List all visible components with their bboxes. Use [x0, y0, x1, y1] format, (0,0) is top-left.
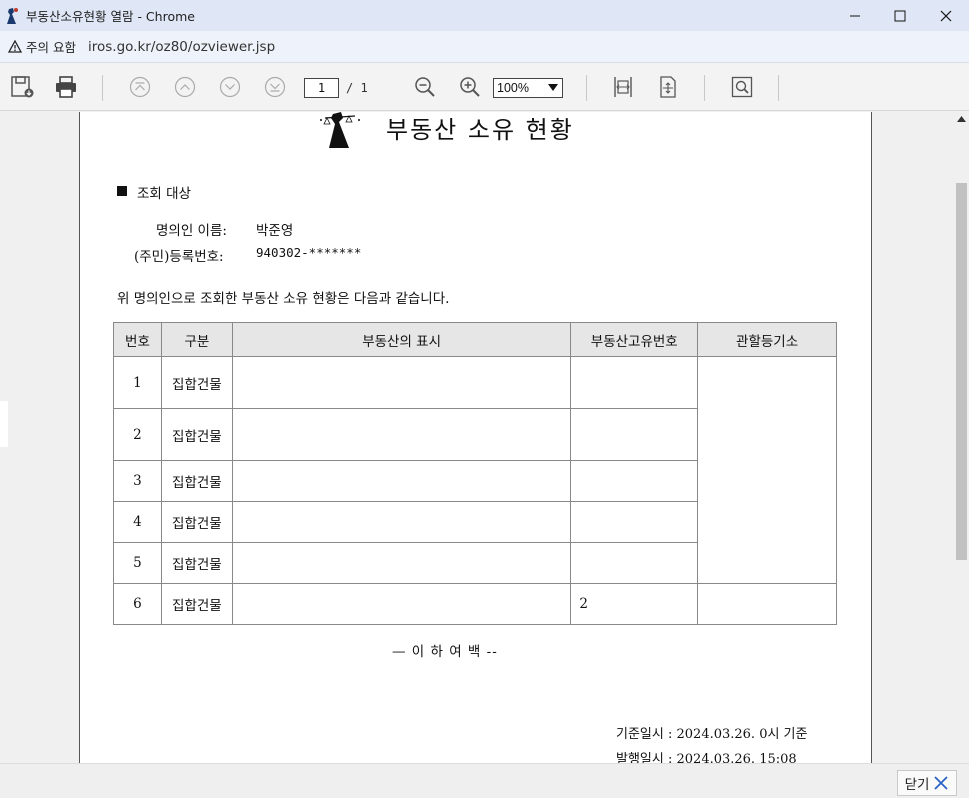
security-warning-chip[interactable]: 주의 요함 [8, 36, 76, 58]
reg-no: 940302-******* [256, 245, 362, 260]
row-unique-no [570, 501, 699, 543]
minimize-button[interactable] [832, 0, 878, 31]
maximize-button[interactable] [877, 0, 923, 31]
window-title: 부동산소유현황 열람 - Chrome [26, 9, 195, 24]
row-unique-no: 2 [570, 583, 699, 625]
find-icon[interactable] [730, 75, 754, 99]
fit-width-icon[interactable] [611, 75, 635, 99]
url-text[interactable]: iros.go.kr/oz80/ozviewer.jsp [88, 39, 275, 55]
issue-date: 2024.03.26. 15:08 [676, 752, 797, 763]
page-number-input[interactable]: 1 [304, 78, 339, 98]
justice-emblem-icon [315, 112, 365, 150]
document-title: 부동산 소유 현황 [386, 116, 574, 144]
date-stamp: 기준일시 : 2024.03.26. 0시 기준 발행일시 : 2024.03.… [616, 722, 807, 763]
row-registry-office [697, 583, 837, 625]
section-bullet-icon [117, 186, 127, 196]
header-description: 부동산의 표시 [231, 322, 572, 357]
row-description [231, 583, 572, 625]
fit-page-icon[interactable] [656, 75, 680, 99]
row-no: 1 [113, 356, 162, 409]
row-type: 집합건물 [160, 583, 233, 625]
title-bar: 부동산소유현황 열람 - Chrome [0, 0, 969, 31]
reg-no-label: (주민)등록번호: [134, 249, 224, 265]
close-icon [934, 776, 949, 790]
row-description [231, 356, 572, 409]
row-description [231, 542, 572, 584]
row-unique-no [570, 408, 699, 461]
owner-name-label: 명의인 이름: [156, 223, 227, 239]
issue-date-label: 발행일시 : [616, 752, 673, 763]
row-no: 5 [113, 542, 162, 584]
print-icon[interactable] [54, 75, 78, 99]
table-row: 6 집합건물 2 [113, 583, 837, 625]
base-date-label: 기준일시 : [616, 727, 673, 742]
prev-page-icon[interactable] [173, 75, 197, 99]
save-icon[interactable] [10, 75, 34, 99]
row-unique-no [570, 356, 699, 409]
document-page: 부동산 소유 현황 조회 대상 명의인 이름: 박준영 (주민)등록번호: 94… [79, 112, 872, 763]
page-total: / 1 [346, 81, 368, 95]
row-no: 4 [113, 501, 162, 543]
scroll-thumb[interactable] [956, 183, 967, 560]
side-panel-handle[interactable] [0, 401, 8, 447]
header-registry-office: 관할등기소 [697, 322, 837, 357]
row-type: 집합건물 [160, 501, 233, 543]
zoom-select[interactable]: 100% [493, 78, 563, 98]
section-title: 조회 대상 [137, 186, 191, 202]
intro-text: 위 명의인으로 조회한 부동산 소유 현황은 다음과 같습니다. [117, 291, 450, 307]
scroll-up-icon[interactable] [954, 112, 969, 126]
base-date: 2024.03.26. 0시 기준 [676, 727, 808, 742]
close-viewer-button[interactable]: 닫기 [897, 770, 957, 796]
header-no: 번호 [113, 322, 162, 357]
row-type: 집합건물 [160, 542, 233, 584]
document-viewer: 부동산 소유 현황 조회 대상 명의인 이름: 박준영 (주민)등록번호: 94… [0, 112, 954, 763]
row-no: 6 [113, 583, 162, 625]
header-type: 구분 [160, 322, 233, 357]
zoom-in-icon[interactable] [458, 75, 482, 99]
header-unique-no: 부동산고유번호 [570, 322, 699, 357]
row-type: 집합건물 [160, 356, 233, 409]
row-description [231, 460, 572, 502]
address-bar: 주의 요함 iros.go.kr/oz80/ozviewer.jsp [0, 31, 969, 63]
viewer-toolbar [0, 63, 969, 111]
chevron-down-icon [548, 84, 558, 91]
first-page-icon[interactable] [128, 75, 152, 99]
row-unique-no [570, 460, 699, 502]
vertical-scrollbar[interactable] [954, 112, 969, 763]
zoom-value: 100% [497, 81, 529, 95]
row-unique-no [570, 542, 699, 584]
row-registry-office [697, 356, 837, 584]
zoom-out-icon[interactable] [413, 75, 437, 99]
end-mark: — 이 하 여 백 -- [392, 644, 498, 660]
row-type: 집합건물 [160, 408, 233, 461]
bottom-bar: 닫기 [0, 763, 969, 798]
last-page-icon[interactable] [263, 75, 287, 99]
owner-name: 박준영 [256, 223, 294, 239]
row-description [231, 408, 572, 461]
table-row: 1 집합건물 [113, 356, 837, 584]
next-page-icon[interactable] [218, 75, 242, 99]
row-no: 3 [113, 460, 162, 502]
warning-icon [8, 40, 22, 53]
court-logo-icon [4, 7, 20, 25]
row-no: 2 [113, 408, 162, 461]
warning-label: 주의 요함 [26, 40, 76, 55]
close-window-button[interactable] [923, 0, 969, 31]
property-table: 번호 구분 부동산의 표시 부동산고유번호 관할등기소 1 집합건물 2 집합건… [113, 322, 837, 625]
row-type: 집합건물 [160, 460, 233, 502]
close-label: 닫기 [904, 777, 930, 793]
row-description [231, 501, 572, 543]
